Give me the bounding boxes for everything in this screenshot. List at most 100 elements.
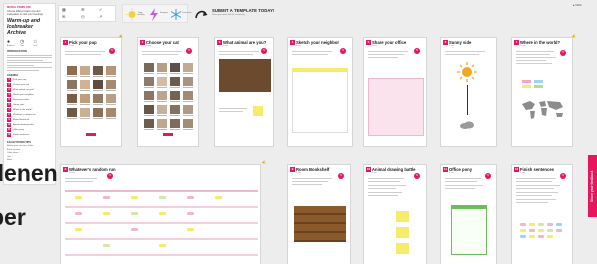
random-chip[interactable] xyxy=(103,196,110,199)
random-chip[interactable] xyxy=(103,212,110,215)
cat-photo[interactable] xyxy=(157,77,167,86)
frame-pick-your-pup[interactable]: 1 Pick your pup 5 min 5 xyxy=(60,37,122,147)
random-chip[interactable] xyxy=(75,196,82,199)
frame-what-animal-are-you[interactable]: 3 What animal are you? 5 min 5 xyxy=(214,37,274,147)
frame-whatevers-random-run[interactable]: 8 Whatever's random run 10 min 5 xyxy=(60,164,261,264)
cat-photo[interactable] xyxy=(170,63,180,72)
cat-photo[interactable] xyxy=(144,63,154,72)
sentence-chip[interactable] xyxy=(547,223,553,226)
cat-photo[interactable] xyxy=(144,77,154,86)
pup-photo[interactable] xyxy=(67,108,77,117)
timer-badge[interactable]: 5 xyxy=(560,50,566,56)
cat-photo[interactable] xyxy=(170,105,180,114)
grid-icon[interactable]: ▦ xyxy=(62,7,66,12)
timer-badge[interactable]: 5 xyxy=(560,173,566,179)
sentence-chip[interactable] xyxy=(547,229,553,232)
sticky-note[interactable] xyxy=(534,80,543,83)
cat-photo[interactable] xyxy=(157,63,167,72)
sentence-chip[interactable] xyxy=(556,223,562,226)
timer-badge[interactable]: 5 xyxy=(340,48,346,54)
list-icon[interactable]: ☰ xyxy=(81,7,85,12)
pup-photo[interactable] xyxy=(93,94,103,103)
random-chip[interactable] xyxy=(103,244,110,247)
random-chip[interactable] xyxy=(75,212,82,215)
animal-photo[interactable] xyxy=(219,59,271,92)
sentence-chip[interactable] xyxy=(538,235,544,238)
sentence-chip[interactable] xyxy=(520,229,526,232)
sentence-chip[interactable] xyxy=(529,223,535,226)
sentence-chip[interactable] xyxy=(556,229,562,232)
timer-badge[interactable]: 5 xyxy=(186,48,192,54)
timer-badge[interactable]: 5 xyxy=(485,173,491,179)
frame-finish-sentences[interactable]: 12 Finish sentences 5 min 5 xyxy=(511,164,573,264)
pup-photo[interactable] xyxy=(67,80,77,89)
office-photo-area[interactable] xyxy=(368,78,424,136)
frame-sketch-your-neighbor[interactable]: 4 Sketch your neighbor 5 min 5 xyxy=(287,37,353,147)
pup-photo[interactable] xyxy=(67,66,77,75)
sticky-note[interactable] xyxy=(534,85,543,88)
sticky-note[interactable] xyxy=(396,211,409,222)
random-chip[interactable] xyxy=(75,228,82,231)
pony-board[interactable] xyxy=(451,205,487,255)
sticky-note[interactable] xyxy=(253,106,263,116)
random-chip[interactable] xyxy=(159,212,166,215)
cat-photo[interactable] xyxy=(170,77,180,86)
cat-photo[interactable] xyxy=(183,63,193,72)
sentence-chip[interactable] xyxy=(538,229,544,232)
pup-photo[interactable] xyxy=(93,66,103,75)
timer-badge[interactable]: 5 xyxy=(261,48,267,54)
pup-photo[interactable] xyxy=(80,66,90,75)
timer-badge[interactable]: 5 xyxy=(338,173,344,179)
cat-photo[interactable] xyxy=(144,91,154,100)
chat-icon[interactable]: ✉ xyxy=(62,14,65,19)
sentence-chip[interactable] xyxy=(529,235,535,238)
cat-photo[interactable] xyxy=(183,119,193,128)
frame-animal-drawing-battle[interactable]: 10 Animal drawing battle 5 min 5 xyxy=(363,164,427,264)
submit-template-title[interactable]: SUBMIT A TEMPLATE TODAY! xyxy=(212,8,275,13)
cat-photo[interactable] xyxy=(183,91,193,100)
share-icon[interactable]: ↗ xyxy=(99,14,102,19)
pup-photo[interactable] xyxy=(106,80,116,89)
sticky-note[interactable] xyxy=(522,80,531,83)
timer-badge[interactable]: 5 xyxy=(107,173,113,179)
pup-photo[interactable] xyxy=(106,66,116,75)
random-chip[interactable] xyxy=(187,212,194,215)
frame-sunny-side[interactable]: 6 Sunny side 5 min xyxy=(440,37,497,147)
sentence-chip[interactable] xyxy=(538,223,544,226)
frame-where-in-the-world[interactable]: 7 Where in the world? 5 min 5 xyxy=(511,37,573,147)
random-chip[interactable] xyxy=(159,244,166,247)
sticky-note[interactable] xyxy=(396,227,409,238)
pup-photo[interactable] xyxy=(80,94,90,103)
vote-icon[interactable]: ✓ xyxy=(99,7,102,12)
cat-photo[interactable] xyxy=(157,91,167,100)
cat-photo[interactable] xyxy=(157,119,167,128)
sentence-chip[interactable] xyxy=(529,229,535,232)
frame-room-bookshelf[interactable]: 9 Room Bookshelf 5 min 5 xyxy=(287,164,351,264)
pup-photo[interactable] xyxy=(93,108,103,117)
cat-photo[interactable] xyxy=(170,91,180,100)
sketch-area[interactable] xyxy=(292,71,348,133)
random-chip[interactable] xyxy=(187,228,194,231)
random-chip[interactable] xyxy=(131,212,138,215)
random-chip[interactable] xyxy=(131,196,138,199)
cat-photo[interactable] xyxy=(170,119,180,128)
pup-photo[interactable] xyxy=(80,80,90,89)
sentence-chip[interactable] xyxy=(520,235,526,238)
sentence-chip[interactable] xyxy=(547,235,553,238)
pup-photo[interactable] xyxy=(106,94,116,103)
cat-photo[interactable] xyxy=(144,119,154,128)
share-feedback-label[interactable]: Share your feedback xyxy=(588,155,597,217)
sticky-note[interactable] xyxy=(522,85,531,88)
frame-choose-your-cat[interactable]: 2 Choose your cat 5 min 5 xyxy=(137,37,199,147)
random-chip[interactable] xyxy=(131,228,138,231)
timer-badge[interactable]: 5 xyxy=(414,173,420,179)
random-chip[interactable] xyxy=(159,196,166,199)
pup-photo[interactable] xyxy=(106,108,116,117)
agenda-item[interactable]: 12 Finish sentences xyxy=(7,133,52,138)
pup-photo[interactable] xyxy=(67,94,77,103)
cat-photo[interactable] xyxy=(183,77,193,86)
mural-canvas[interactable]: MURAL TEMPLATE Choose different warm-ups… xyxy=(0,0,597,264)
frame-link[interactable] xyxy=(86,133,96,136)
pup-photo[interactable] xyxy=(93,80,103,89)
pup-photo[interactable] xyxy=(80,108,90,117)
